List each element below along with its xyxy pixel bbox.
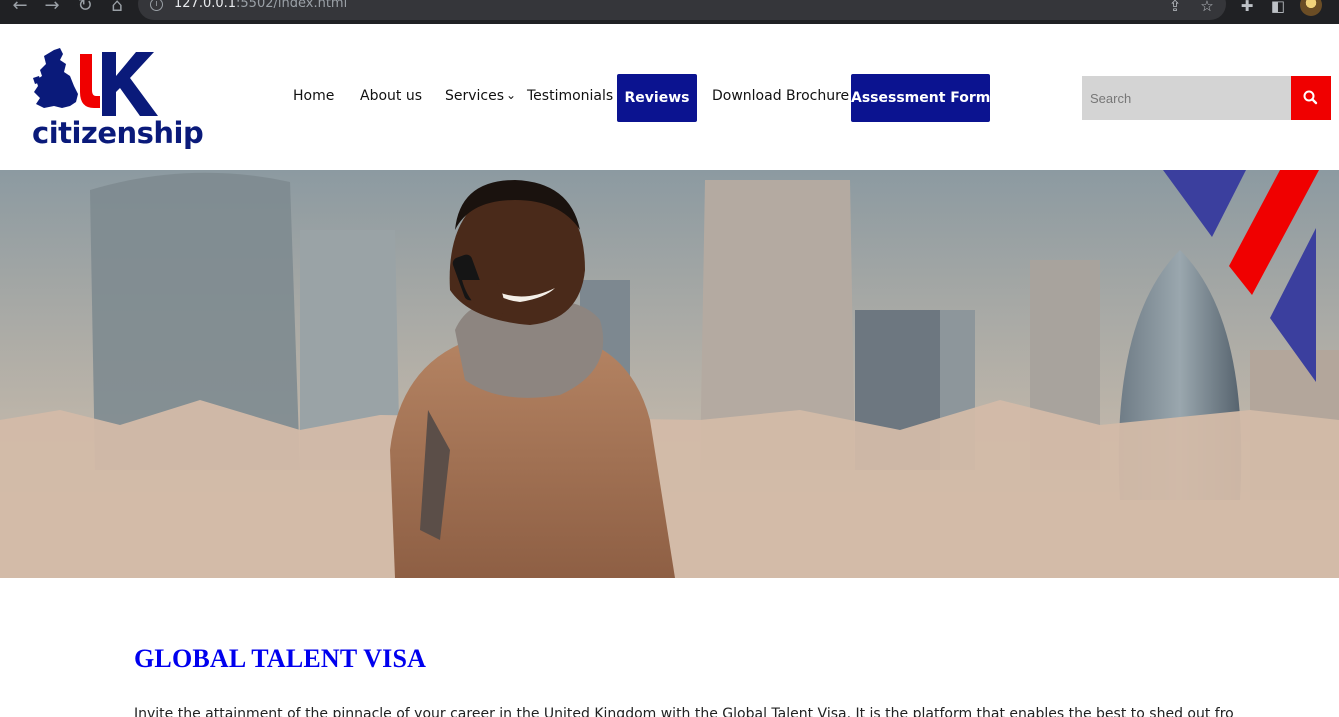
section-title: GLOBAL TALENT VISA	[134, 644, 427, 673]
nav-about-us[interactable]: About us	[360, 88, 422, 104]
hero-image	[0, 170, 1339, 578]
uk-map-shape	[34, 48, 78, 108]
nav-services-label: Services	[445, 88, 505, 104]
sidepanel-icon[interactable]: ◧	[1267, 0, 1289, 16]
nav-home[interactable]: Home	[293, 88, 334, 104]
nav-testimonials[interactable]: Testimonials	[527, 88, 613, 104]
forward-arrow-icon[interactable]: →	[40, 0, 64, 16]
extensions-icon[interactable]: ✚	[1236, 0, 1258, 16]
hero-banner	[0, 170, 1339, 578]
site-header: citizenship Home About us Services ⌄ Test…	[0, 24, 1339, 170]
share-icon[interactable]: ⇪	[1164, 0, 1186, 16]
home-icon[interactable]: ⌂	[105, 0, 129, 16]
address-url[interactable]: 127.0.0.1:5502/index.html	[174, 0, 347, 12]
back-arrow-icon[interactable]: ←	[8, 0, 32, 16]
search-input[interactable]	[1082, 76, 1291, 120]
star-icon[interactable]: ☆	[1196, 0, 1218, 16]
reload-icon[interactable]: ↻	[73, 0, 97, 16]
logo-wordmark: citizenship	[32, 116, 204, 150]
site-logo[interactable]: citizenship	[30, 46, 204, 156]
search-icon	[1303, 90, 1318, 105]
nav-reviews-button[interactable]: Reviews	[617, 74, 697, 122]
chevron-down-icon: ⌄	[506, 88, 517, 102]
nav-download-brochure[interactable]: Download Brochure	[712, 88, 849, 104]
search-bar	[1082, 76, 1331, 120]
nav-assessment-form-button[interactable]: Assessment Form	[851, 74, 990, 122]
browser-toolbar: ← → ↻ ⌂ i 127.0.0.1:5502/index.html ⇪ ☆ …	[0, 0, 1339, 24]
url-path: :5502/index.html	[236, 0, 348, 11]
letter-k-shape	[102, 52, 158, 116]
profile-avatar[interactable]	[1300, 0, 1322, 16]
section-intro-text: Invite the attainment of the pinnacle of…	[134, 706, 1234, 717]
nav-services[interactable]: Services ⌄	[445, 88, 516, 104]
search-button[interactable]	[1291, 76, 1331, 120]
letter-u-shape	[80, 54, 100, 108]
url-host: 127.0.0.1	[174, 0, 237, 11]
uk-logo-mark	[33, 48, 158, 116]
